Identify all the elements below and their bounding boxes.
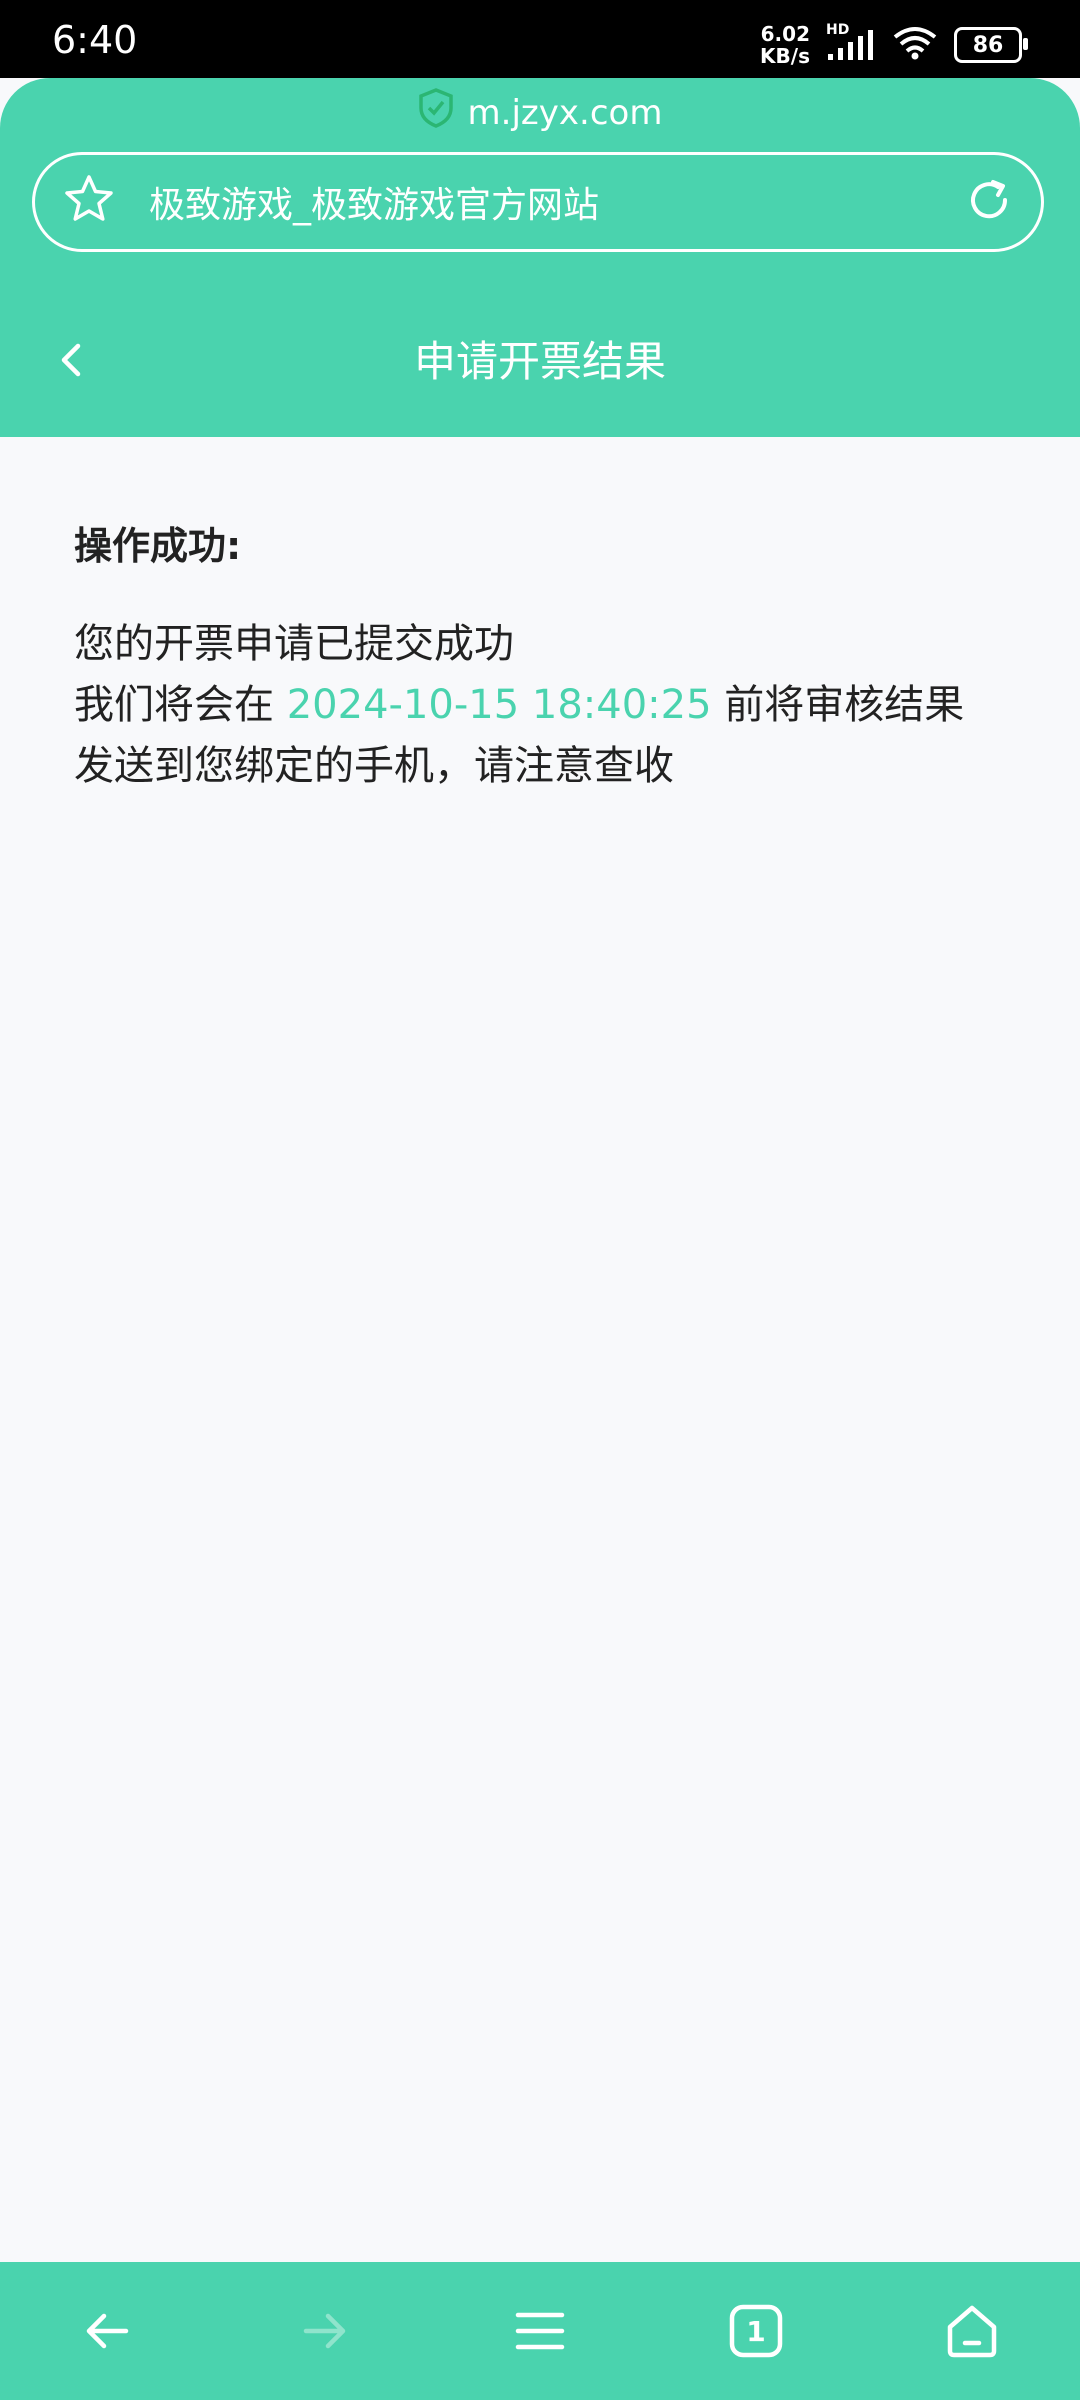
review-deadline: 2024-10-15 18:40:25 bbox=[286, 682, 712, 728]
network-speed: 6.02 KB/s bbox=[760, 23, 810, 67]
nav-forward-button[interactable] bbox=[284, 2291, 364, 2371]
page-title: 申请开票结果 bbox=[413, 337, 666, 386]
shield-icon bbox=[418, 88, 454, 137]
battery-indicator: 86 bbox=[954, 27, 1028, 63]
battery-level: 86 bbox=[972, 32, 1004, 58]
address-bar-title[interactable]: 极致游戏_极致游戏官方网站 bbox=[149, 176, 963, 228]
browser-toolbar: m.jzyx.com 极致游戏_极致游戏官方网站 bbox=[0, 78, 1080, 280]
status-icons: 6.02 KB/s HD 86 bbox=[760, 22, 1028, 68]
message-line-3: 发送到您绑定的手机，请注意查收 bbox=[74, 743, 674, 789]
menu-icon bbox=[515, 2312, 565, 2350]
message-line-1: 您的开票申请已提交成功 bbox=[74, 621, 514, 667]
home-button[interactable] bbox=[932, 2291, 1012, 2371]
bookmark-star-icon[interactable] bbox=[61, 172, 117, 232]
app-header: 申请开票结果 bbox=[0, 280, 1080, 437]
network-speed-value: 6.02 bbox=[760, 22, 810, 46]
network-speed-unit: KB/s bbox=[760, 44, 810, 68]
arrow-right-icon bbox=[303, 2313, 346, 2349]
menu-button[interactable] bbox=[500, 2291, 580, 2371]
refresh-icon[interactable] bbox=[963, 174, 1015, 230]
site-info[interactable]: m.jzyx.com bbox=[0, 88, 1080, 137]
success-heading: 操作成功: bbox=[74, 524, 242, 568]
address-bar[interactable]: 极致游戏_极致游戏官方网站 bbox=[32, 152, 1044, 252]
result-content: 操作成功: 您的开票申请已提交成功 我们将会在 2024-10-15 18:40… bbox=[74, 515, 1014, 797]
home-icon bbox=[947, 2305, 997, 2358]
site-domain: m.jzyx.com bbox=[467, 92, 663, 133]
tabs-button[interactable]: 1 bbox=[716, 2291, 796, 2371]
nav-back-button[interactable] bbox=[68, 2291, 148, 2371]
status-bar: 6:40 6.02 KB/s HD 86 bbox=[0, 0, 1080, 78]
arrow-left-icon bbox=[86, 2313, 129, 2349]
tab-count: 1 bbox=[746, 2314, 766, 2348]
message-line-2-prefix: 我们将会在 bbox=[74, 682, 287, 728]
status-time: 6:40 bbox=[52, 18, 138, 62]
browser-bottom-nav: 1 bbox=[0, 2262, 1080, 2400]
message-line-2: 我们将会在 2024-10-15 18:40:25 前将审核结果 bbox=[74, 675, 1014, 736]
message-line-2-suffix: 前将审核结果 bbox=[711, 682, 965, 728]
wifi-icon bbox=[892, 26, 938, 64]
signal-icon: HD bbox=[826, 22, 876, 62]
